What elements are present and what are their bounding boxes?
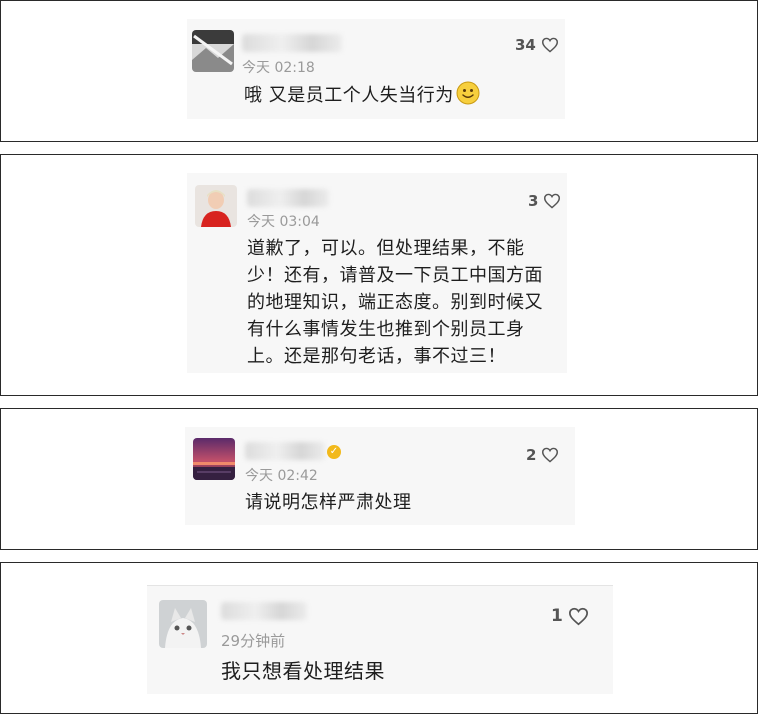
like-button[interactable]: 1: [551, 606, 589, 626]
comment-line: 道歉了，可以。但处理结果，不能: [247, 238, 525, 259]
like-count: 2: [526, 446, 537, 464]
comment-line: 的地理知识，端正态度。别到时候又: [247, 292, 543, 313]
avatar[interactable]: [192, 30, 234, 72]
avatar[interactable]: [193, 438, 235, 480]
comment-line: 上。还是那句老话，事不过三！: [247, 346, 506, 367]
username-blurred[interactable]: [242, 34, 342, 52]
heart-icon: [568, 607, 588, 625]
like-count: 3: [528, 192, 539, 210]
comment-text: 请说明怎样严肃处理: [245, 492, 412, 513]
sunset-avatar-icon: [193, 438, 235, 480]
username-blurred[interactable]: [245, 442, 325, 460]
like-button[interactable]: 2: [526, 446, 559, 464]
person-red-shirt-avatar-icon: [195, 185, 237, 227]
landscape-avatar-icon: [192, 30, 234, 72]
heart-icon: [541, 37, 558, 53]
verified-badge-icon: ✓: [327, 445, 341, 459]
comment-panel-1: 今天 02:18 34 哦 又是员工个人失当行为: [0, 0, 758, 142]
cat-avatar-icon: [159, 600, 207, 648]
comment-text: 哦 又是员工个人失当行为: [244, 81, 480, 113]
like-button[interactable]: 3: [528, 192, 561, 210]
username-blurred[interactable]: [247, 189, 329, 207]
comment-card: 29分钟前 1 我只想看处理结果: [147, 585, 613, 694]
heart-icon: [542, 447, 559, 463]
comment-time: 今天 02:18: [242, 60, 315, 76]
comment-text: 道歉了，可以。但处理结果，不能 少！还有，请普及一下员工中国方面 的地理知识，端…: [247, 235, 557, 370]
comment-panel-2: 今天 03:04 3 道歉了，可以。但处理结果，不能 少！还有，请普及一下员工中…: [0, 154, 758, 396]
avatar[interactable]: [195, 185, 237, 227]
like-count: 34: [515, 36, 536, 54]
comment-card: 今天 02:18 34 哦 又是员工个人失当行为: [187, 19, 565, 119]
comment-card: ✓ 今天 02:42 2 请说明怎样严肃处理: [185, 427, 575, 525]
heart-icon: [544, 193, 561, 209]
comment-line: 哦 又是员工个人失当行为: [244, 85, 454, 106]
comment-time: 今天 03:04: [247, 214, 320, 230]
username-blurred[interactable]: [221, 602, 307, 620]
comment-card: 今天 03:04 3 道歉了，可以。但处理结果，不能 少！还有，请普及一下员工中…: [187, 173, 567, 373]
comment-panel-4: 29分钟前 1 我只想看处理结果: [0, 562, 758, 714]
comment-panel-3: ✓ 今天 02:42 2 请说明怎样严肃处理: [0, 408, 758, 550]
comment-line: 有什么事情发生也推到个别员工身: [247, 319, 525, 340]
slightly-smiling-face-icon: [456, 81, 480, 113]
comment-time: 今天 02:42: [245, 468, 318, 484]
comment-line: 少！还有，请普及一下员工中国方面: [247, 265, 543, 286]
like-count: 1: [551, 606, 563, 626]
comment-time: 29分钟前: [221, 632, 286, 650]
like-button[interactable]: 34: [515, 36, 559, 54]
avatar[interactable]: [159, 600, 207, 648]
comment-text: 我只想看处理结果: [221, 659, 385, 683]
